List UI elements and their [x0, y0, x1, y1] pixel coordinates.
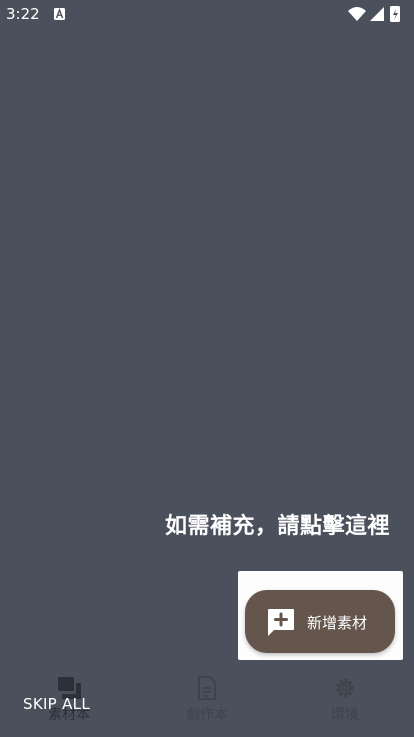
gear-icon — [335, 678, 355, 698]
nav-label-creation: 劇作本 — [186, 707, 228, 723]
status-time: 3:22 — [6, 5, 40, 23]
a-notification-icon — [54, 8, 65, 20]
add-material-button[interactable]: 新增素材 — [245, 590, 395, 653]
nav-item-creation[interactable]: 劇作本 — [177, 675, 237, 731]
nav-label-settings: 環境 — [331, 707, 359, 723]
skip-all-button[interactable]: SKIP ALL — [23, 695, 90, 713]
cell-signal-icon — [370, 7, 384, 21]
add-comment-icon — [267, 609, 294, 636]
nav-item-settings[interactable]: 環境 — [315, 675, 375, 731]
onboarding-hint: 如需補充，請點擊這裡 — [164, 514, 390, 539]
status-icons — [348, 6, 400, 22]
document-icon — [198, 676, 216, 700]
status-bar: 3:22 — [0, 0, 414, 28]
add-material-label: 新增素材 — [307, 614, 368, 632]
wifi-icon — [348, 7, 366, 21]
